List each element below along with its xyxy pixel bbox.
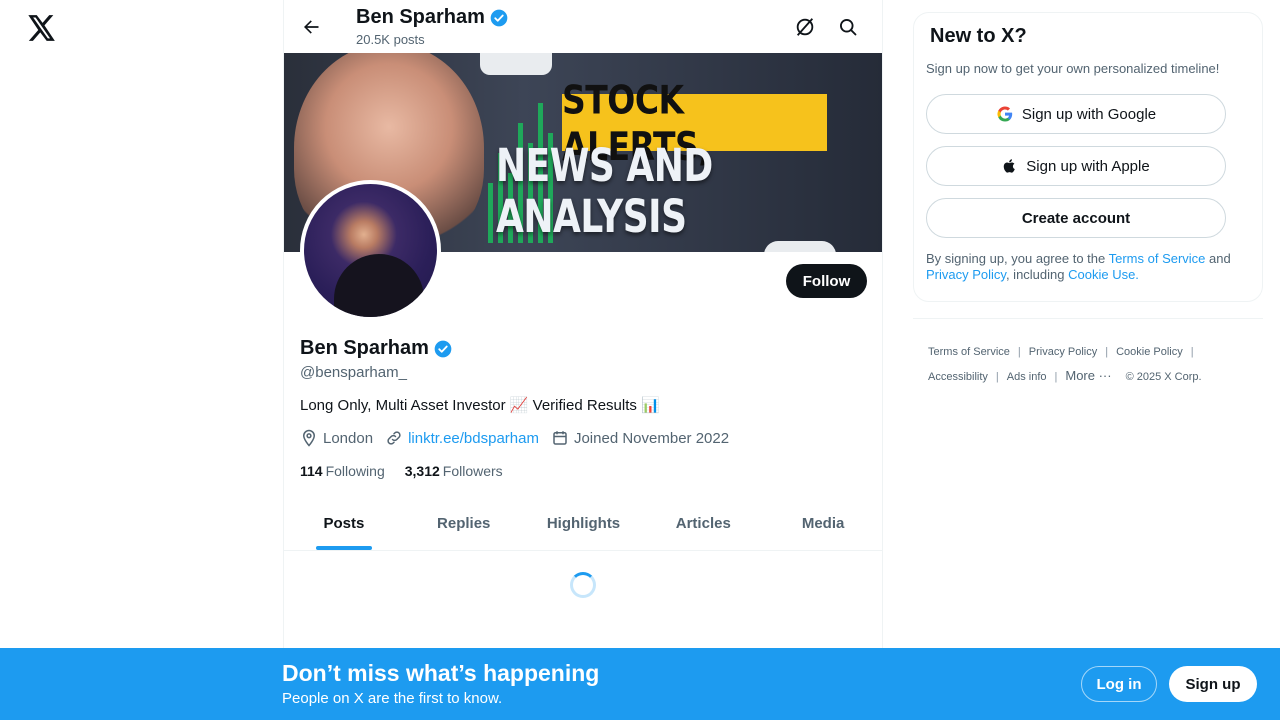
followers-count: 3,312 [404,463,440,479]
verified-badge-icon [490,9,508,26]
signup-legal-text: By signing up, you agree to the Terms of… [926,251,1246,283]
header-name: Ben Sparham [356,6,509,29]
tab-media[interactable]: Media [763,497,882,550]
search-icon [840,19,857,36]
banner-subheadline: NEWS AND ANALYSIS [496,141,866,244]
login-button[interactable]: Log in [1081,666,1157,702]
following-count-link[interactable]: 114 Following [300,463,385,479]
footer-privacy-link[interactable]: Privacy Policy [1029,346,1097,358]
create-account-button[interactable]: Create account [926,198,1226,238]
cookie-use-link[interactable]: Cookie Use. [1068,267,1139,282]
joined-text: Joined November 2022 [573,429,730,447]
profile-name-text: Ben Sparham [300,337,429,359]
following-label: Following [325,463,385,479]
footer-more-button[interactable]: More ··· [1065,368,1111,383]
tab-replies[interactable]: Replies [404,497,524,550]
privacy-link[interactable]: Privacy Policy [926,267,1006,282]
location-pin-icon [302,429,316,447]
apple-icon [1004,159,1016,173]
tab-highlights[interactable]: Highlights [524,497,644,550]
grok-button[interactable] [789,11,821,43]
footer-copyright: © 2025 X Corp. [1125,371,1202,383]
footer-cookie-link[interactable]: Cookie Policy [1116,346,1183,358]
joined-item: Joined November 2022 [551,429,729,447]
profile-meta: London linktr.ee/bdsparham Joined Novemb… [300,429,741,447]
signup-card: New to X? Sign up now to get your own pe… [913,12,1263,302]
login-prompt-bar: Don’t miss what’s happening People on X … [0,648,1280,720]
link-icon [387,431,401,445]
signup-card-subtitle: Sign up now to get your own personalized… [926,61,1220,76]
tab-posts[interactable]: Posts [284,497,404,550]
signup-button[interactable]: Sign up [1169,666,1257,702]
terms-link[interactable]: Terms of Service [1109,251,1206,266]
location-item: London [300,429,373,447]
followers-label: Followers [442,463,503,479]
signup-card-title: New to X? [930,25,1027,47]
followers-count-link[interactable]: 3,312 Followers [405,463,503,479]
header-posts-count: 20.5K posts [356,32,425,47]
profile-column: Ben Sparham 20.5K posts STOCK ALERTS, NE… [283,0,883,720]
left-rail [0,0,283,720]
profile-name: Ben Sparham [300,337,453,360]
apple-signup-label: Sign up with Apple [1026,157,1150,175]
google-signup-button[interactable]: Sign up with Google [926,94,1226,134]
location-text: London [323,429,374,447]
bottom-bar-subtitle: People on X are the first to know. [282,690,503,707]
follow-button[interactable]: Follow [786,264,867,298]
arrow-left-icon [304,20,319,34]
loading-spinner [570,572,596,598]
google-icon [997,106,1013,122]
verified-badge-icon[interactable] [433,339,453,359]
calendar-icon [553,431,567,445]
profile-tabs: Posts Replies Highlights Articles Media [284,497,882,551]
profile-header: Ben Sparham 20.5K posts [284,0,882,53]
bottom-bar-title: Don’t miss what’s happening [282,660,600,686]
footer-links: Terms of Service | Privacy Policy | Cookie P… [928,346,1202,383]
apple-signup-button[interactable]: Sign up with Apple [926,146,1226,186]
tab-articles[interactable]: Articles [643,497,763,550]
google-signup-label: Sign up with Google [1021,105,1157,123]
website-link[interactable]: linktr.ee/bdsparham [408,430,539,447]
footer-accessibility-link[interactable]: Accessibility [928,371,988,383]
grok-icon [796,18,814,36]
follow-counts: 114 Following 3,312 Followers [300,463,503,479]
search-button[interactable] [832,11,864,43]
right-rail-divider [913,318,1263,319]
x-logo-icon[interactable] [26,12,58,44]
profile-handle: @bensparham_ [300,364,407,381]
legal-including: , including [1005,267,1069,282]
header-name-text: Ben Sparham [356,6,485,28]
legal-and: and [1205,251,1231,266]
avatar[interactable] [300,180,441,321]
back-button[interactable] [294,10,328,44]
following-count: 114 [300,463,323,479]
profile-bio: Long Only, Multi Asset Investor 📈 Verifi… [300,397,660,414]
banner-decoration [764,241,836,252]
banner-decoration [480,53,552,75]
legal-prefix: By signing up, you agree to the [926,251,1109,266]
footer-ads-link[interactable]: Ads info [1007,371,1047,383]
website-item: linktr.ee/bdsparham [385,429,539,447]
banner-line2: NEWS AND ANALYSIS [496,140,713,244]
footer-terms-link[interactable]: Terms of Service [928,346,1010,358]
